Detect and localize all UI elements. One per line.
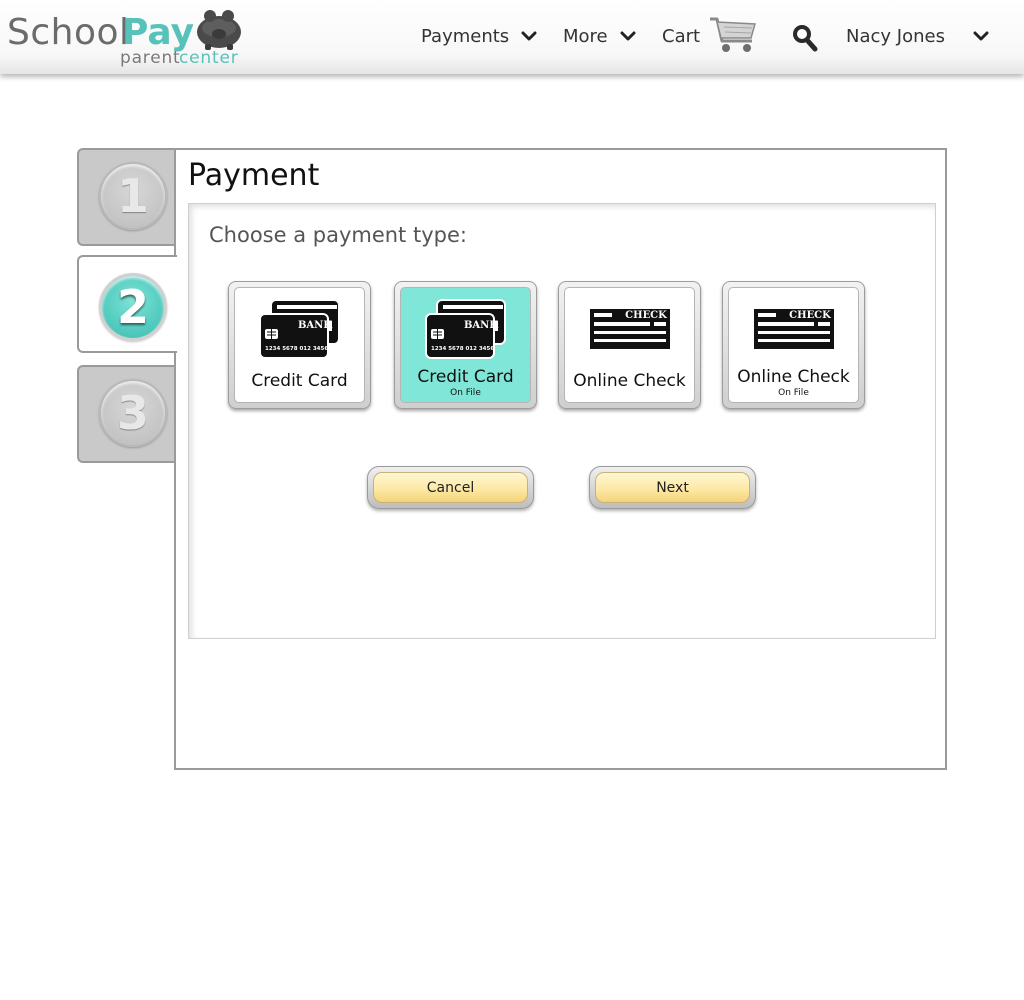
- cancel-button[interactable]: Cancel: [367, 466, 534, 509]
- chevron-down-icon: [973, 31, 989, 41]
- next-button-label: Next: [595, 472, 750, 503]
- payment-type-credit-card[interactable]: BANK 1234 5678 012 3456 Credit Card: [228, 281, 371, 409]
- top-header: School Pay parent center Payments More C…: [0, 0, 1024, 74]
- payment-type-box: Choose a payment type: BANK 1234 5678 01…: [188, 203, 936, 639]
- check-text: CHECK: [789, 310, 831, 321]
- payment-type-sublabel: On File: [778, 388, 809, 398]
- payment-type-sublabel: On File: [450, 388, 481, 398]
- logo-center-text: center: [179, 48, 239, 68]
- step-1-number: 1: [99, 162, 167, 230]
- card-bank-text: BANK: [463, 320, 497, 331]
- card-bank-text: BANK: [297, 320, 331, 331]
- check-text: CHECK: [625, 310, 667, 321]
- check-icon: CHECK: [753, 309, 834, 349]
- payment-type-online-check-on-file[interactable]: CHECK Online Check On File: [722, 281, 865, 409]
- payment-type-label: Credit Card: [251, 371, 348, 391]
- nav-cart-label: Cart: [662, 25, 701, 47]
- next-button[interactable]: Next: [589, 466, 756, 509]
- check-icon: CHECK: [589, 309, 670, 349]
- nav-payments-label: Payments: [421, 25, 510, 47]
- chevron-down-icon: [521, 31, 537, 41]
- card-number-text: 1234 5678 012 3456: [431, 346, 494, 352]
- step-2-number: 2: [99, 273, 167, 341]
- payment-type-label: Online Check: [737, 367, 850, 387]
- bank-cards-icon: BANK 1234 5678 012 3456: [424, 299, 506, 359]
- logo-parent-text: parent: [120, 48, 181, 68]
- payment-type-online-check[interactable]: CHECK Online Check: [558, 281, 701, 409]
- user-menu[interactable]: Nacy Jones: [846, 22, 989, 50]
- nav-payments-menu[interactable]: Payments: [421, 22, 537, 50]
- payment-type-label: Credit Card: [417, 367, 514, 387]
- step-tab-3[interactable]: 3: [77, 365, 177, 463]
- schoolpay-logo[interactable]: School Pay parent center: [7, 4, 252, 70]
- cancel-button-label: Cancel: [373, 472, 528, 503]
- nav-cart-link[interactable]: Cart: [662, 17, 758, 52]
- bank-cards-icon: BANK 1234 5678 012 3456: [258, 299, 340, 359]
- step-tab-1[interactable]: 1: [77, 148, 177, 246]
- piggy-bank-icon: [197, 10, 241, 50]
- user-name: Nacy Jones: [846, 25, 945, 47]
- page-title: Payment: [188, 158, 320, 193]
- shopping-cart-icon: [710, 17, 757, 52]
- payment-type-label: Online Check: [573, 371, 686, 391]
- step-3-number: 3: [99, 379, 167, 447]
- nav-more-menu[interactable]: More: [563, 22, 636, 50]
- card-number-text: 1234 5678 012 3456: [265, 346, 328, 352]
- search-icon[interactable]: [792, 24, 818, 52]
- logo-pay-text: Pay: [122, 12, 195, 53]
- payment-type-credit-card-on-file[interactable]: BANK 1234 5678 012 3456 Credit Card On F…: [394, 281, 537, 409]
- nav-more-label: More: [563, 25, 608, 47]
- chevron-down-icon: [620, 31, 636, 41]
- payment-panel: Payment Choose a payment type: BANK 1234…: [174, 148, 947, 770]
- logo-school-text: School: [7, 12, 130, 53]
- payment-type-prompt: Choose a payment type:: [209, 223, 467, 247]
- step-tab-2[interactable]: 2: [77, 255, 177, 353]
